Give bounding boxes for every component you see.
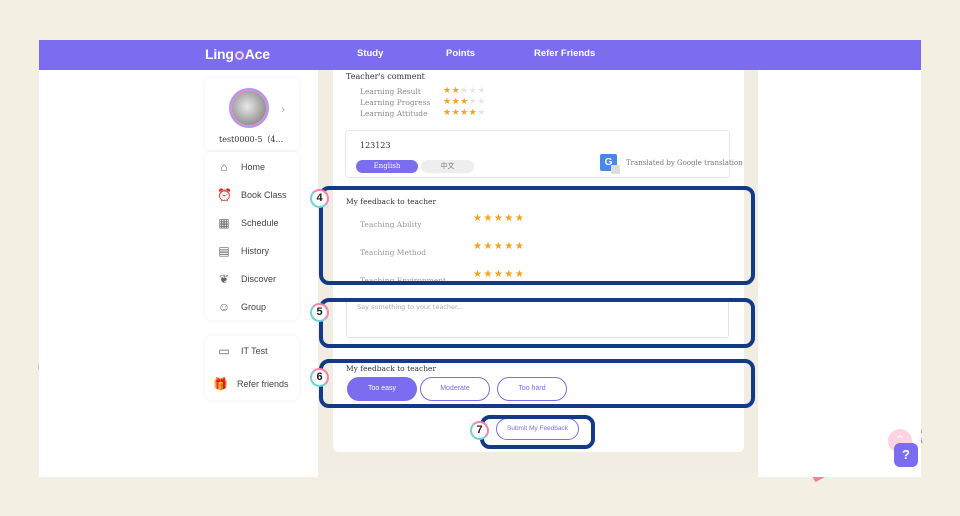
annotation-number: 7	[470, 421, 489, 440]
sidebar-item-label: IT Test	[241, 346, 268, 356]
star-icon: ★	[460, 96, 469, 106]
profile-name: test0000-5（4...	[219, 135, 284, 144]
annotation-box-7	[480, 415, 595, 449]
sidebar-item-history[interactable]: ▤ History	[217, 241, 269, 261]
profile-card[interactable]: › test0000-5（4...	[205, 78, 299, 150]
rating-label: Learning Attitude	[360, 109, 428, 118]
top-nav: Ling Ace Study Points Refer Friends	[39, 40, 921, 70]
chevron-right-icon[interactable]: ›	[281, 102, 285, 116]
annotation-number: 5	[310, 303, 329, 322]
star-icon: ★	[451, 85, 461, 95]
sidebar-item-label: Book Class	[241, 190, 287, 200]
google-translate-icon: G	[600, 154, 620, 174]
star-icon: ★	[451, 107, 461, 117]
star-icon: ★	[451, 96, 461, 106]
english-button[interactable]: English	[356, 160, 418, 173]
avatar[interactable]	[229, 88, 269, 128]
sidebar-item-refer-friends[interactable]: 🎁 Refer friends	[213, 374, 289, 394]
star-icon: ★	[477, 96, 486, 106]
star-icon: ★	[477, 85, 486, 95]
logo[interactable]: Ling Ace	[205, 46, 270, 62]
sidebar-item-home[interactable]: ⌂ Home	[217, 157, 265, 177]
leaf-icon: ❦	[218, 272, 230, 286]
annotation-number: 6	[310, 368, 329, 387]
translated-by-label: Translated by Google translation	[626, 159, 743, 167]
sidebar-item-group[interactable]: ☺ Group	[217, 297, 266, 317]
sidebar-item-label: Discover	[241, 274, 277, 284]
chinese-button[interactable]: 中文	[421, 160, 474, 173]
calendar-icon: ▦	[218, 216, 230, 230]
teacher-comment-box: 123123 English 中文 G Translated by Google…	[345, 130, 743, 178]
star-icon: ★	[460, 107, 469, 117]
sidebar-item-discover[interactable]: ❦ Discover	[217, 269, 276, 289]
teacher-comment-title: Teacher's comment	[346, 72, 425, 81]
sidebar-item-schedule[interactable]: ▦ Schedule	[217, 213, 279, 233]
star-icon: ★	[460, 85, 469, 95]
star-icon: ★	[443, 96, 452, 106]
rating-label: Learning Result	[360, 87, 421, 96]
rating-label: Learning Progress	[360, 98, 431, 107]
sidebar-item-label: Refer friends	[237, 379, 289, 389]
star-rating: ★★★★★	[443, 85, 486, 96]
annotation-box-5	[319, 298, 755, 348]
group-icon: ☺	[217, 300, 231, 314]
sidebar-menu: ⌂ Home ⏰ Book Class ▦ Schedule ▤ History ❦ Di…	[205, 152, 299, 320]
annotation-number: 4	[310, 189, 329, 208]
star-icon: ★	[477, 107, 486, 117]
star-icon: ★	[443, 85, 452, 95]
sidebar-item-it-test[interactable]: ▭ IT Test	[217, 341, 268, 361]
comment-text: 123123	[360, 141, 391, 150]
gift-icon: 🎁	[213, 377, 228, 391]
sidebar-item-label: Schedule	[241, 218, 279, 228]
nav-points[interactable]: Points	[446, 48, 475, 59]
history-icon: ▤	[218, 244, 230, 258]
star-rating: ★★★★★	[443, 96, 486, 107]
sidebar-item-book-class[interactable]: ⏰ Book Class	[217, 185, 287, 205]
nav-study[interactable]: Study	[357, 48, 383, 59]
home-icon: ⌂	[220, 160, 228, 174]
star-icon: ★	[443, 107, 452, 117]
help-button[interactable]: ?	[894, 443, 918, 467]
sidebar-item-label: Group	[241, 302, 267, 312]
sidebar-item-label: Home	[241, 162, 266, 172]
sidebar-item-label: History	[241, 246, 270, 256]
nav-refer-friends[interactable]: Refer Friends	[534, 48, 595, 59]
monitor-icon: ▭	[218, 344, 230, 358]
star-rating: ★★★★★	[443, 107, 486, 118]
annotation-box-4	[319, 186, 755, 285]
annotation-box-6	[319, 359, 755, 408]
alarm-clock-icon: ⏰	[217, 188, 232, 202]
sidebar-menu-extra: ▭ IT Test 🎁 Refer friends	[205, 336, 299, 400]
